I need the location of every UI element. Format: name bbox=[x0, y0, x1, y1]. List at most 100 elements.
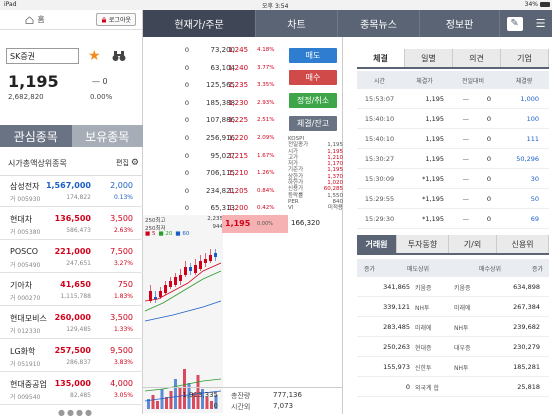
fill-time: 15:29:30 bbox=[364, 215, 395, 223]
ask-price: 1,205 bbox=[228, 186, 249, 195]
sell-volume: 283,485 bbox=[383, 323, 410, 331]
tab-chart[interactable]: 차트 bbox=[256, 10, 338, 37]
total-ask: 1,913,335 bbox=[182, 391, 218, 399]
ask-row[interactable]: 0 256,916 1,220 2.09% bbox=[143, 129, 288, 148]
tab-opinion[interactable]: 의견 bbox=[453, 49, 501, 67]
high250-label: 250최고 bbox=[145, 218, 166, 224]
ask-zero: 0 bbox=[184, 98, 189, 107]
ask-row[interactable]: 0 107,886 1,225 2.51% bbox=[143, 111, 288, 130]
list-item[interactable]: 현대차 거 005380 136,500 586,473 3,500 2.63% bbox=[0, 209, 143, 240]
stock-change-pct: 1.83% bbox=[113, 293, 133, 300]
menu-icon[interactable]: ☰ bbox=[536, 17, 546, 30]
tab-fills[interactable]: 체결 bbox=[357, 49, 405, 67]
sell-broker: 외국계 합 bbox=[415, 384, 439, 392]
gear-icon: ⚙ bbox=[130, 158, 139, 168]
tab-broker[interactable]: 거래원 bbox=[357, 235, 397, 253]
list-item[interactable]: 현대중공업 거 009540 135,000 82,485 4,000 3.05% bbox=[0, 374, 143, 405]
buy-volume: 267,384 bbox=[513, 303, 540, 311]
stock-code: 거 005930 bbox=[10, 196, 41, 203]
tab-info[interactable]: 정보판 bbox=[420, 10, 500, 37]
ask-zero: 0 bbox=[184, 151, 189, 160]
list-item[interactable]: LG화학 거 051910 257,500 286,837 9,500 3.83% bbox=[0, 341, 143, 372]
fill-price: 1,195 bbox=[425, 135, 444, 143]
ask-rate: 3.35% bbox=[257, 82, 275, 89]
candle-body bbox=[169, 281, 172, 287]
candle-body bbox=[199, 261, 202, 269]
fill-time: 15:40:10 bbox=[364, 115, 395, 123]
ask-row[interactable]: 0 73,200 1,245 4.18% bbox=[143, 41, 288, 60]
fill-change: 0 bbox=[486, 95, 491, 103]
fill-change: 0 bbox=[486, 195, 491, 203]
ask-price: 1,210 bbox=[228, 169, 249, 178]
candle-body bbox=[164, 285, 167, 293]
ask-row[interactable]: 0 234,821 1,205 0.84% bbox=[143, 182, 288, 201]
page-indicator: ●●●● bbox=[58, 408, 94, 417]
tab-holding[interactable]: 보유종목 bbox=[71, 125, 143, 147]
stock-price: 221,000 bbox=[54, 247, 91, 256]
tab-current-price[interactable]: 현재가/주문 bbox=[143, 10, 256, 37]
stock-name: LG화학 bbox=[10, 347, 36, 356]
candle-body bbox=[174, 277, 177, 285]
ask-price: 1,220 bbox=[228, 134, 249, 142]
tab-credit[interactable]: 신용위 bbox=[497, 235, 549, 253]
ask-row[interactable]: 0 706,115 1,210 1.26% bbox=[143, 164, 288, 183]
stock-volume: 586,473 bbox=[66, 227, 91, 234]
broker-table-header: 증가 매도상위 매수상위 증가 bbox=[357, 259, 549, 277]
list-item[interactable]: 삼성전자 거 005930 1,567,000 174,822 2,000 0.13% bbox=[0, 176, 143, 207]
fill-volume: 30 bbox=[530, 175, 539, 183]
stock-name: 현대차 bbox=[10, 215, 33, 224]
home-button[interactable]: 홈 bbox=[0, 10, 70, 29]
ask-row[interactable]: 0 95,027 1,215 1.67% bbox=[143, 147, 288, 166]
tab-foreign[interactable]: 기/외 bbox=[449, 235, 497, 253]
edit-button[interactable]: 편집 ⚙ bbox=[116, 158, 139, 168]
tab-investor[interactable]: 투자동향 bbox=[397, 235, 449, 253]
current-price: 1,195 bbox=[8, 72, 59, 91]
list-item[interactable]: 현대모비스 거 012330 260,000 129,485 3,500 1.33% bbox=[0, 308, 143, 339]
ask-row[interactable]: 0 185,388 1,230 2.93% bbox=[143, 94, 288, 113]
sell-button[interactable]: 매도 bbox=[289, 48, 337, 63]
fill-table-header: 시간 체결가 전일대비 체결량 bbox=[357, 71, 549, 89]
fill-balance-button[interactable]: 체결/잔고 bbox=[289, 116, 337, 131]
candle-body bbox=[154, 297, 157, 299]
fill-price: 1,195 bbox=[425, 115, 444, 123]
ask-rate: 3.77% bbox=[257, 64, 275, 71]
pencil-icon[interactable]: ✎ bbox=[506, 16, 523, 31]
ma-legend-20: ■ 20 bbox=[158, 231, 173, 237]
binoculars-icon[interactable] bbox=[112, 50, 126, 62]
list-item[interactable]: POSCO 거 005490 221,000 247,651 7,500 3.27% bbox=[0, 242, 143, 273]
fill-volume: 50,296 bbox=[516, 155, 539, 163]
candle-body bbox=[214, 253, 217, 257]
fill-volume: 1,000 bbox=[520, 95, 539, 103]
tab-news[interactable]: 종목뉴스 bbox=[338, 10, 420, 37]
candle-body bbox=[189, 267, 192, 271]
candle-body bbox=[149, 291, 152, 301]
logout-button[interactable]: 로그아웃 bbox=[95, 13, 136, 26]
favorite-star-icon[interactable]: ★ bbox=[88, 48, 101, 64]
stock-price: 260,000 bbox=[54, 313, 91, 322]
ask-row[interactable]: 0 63,104 1,240 3.77% bbox=[143, 59, 288, 78]
fill-volume: 111 bbox=[526, 135, 539, 143]
sell-broker: NH투 bbox=[415, 304, 430, 312]
ask-zero: 0 bbox=[184, 186, 189, 195]
list-item[interactable]: 기아차 거 000270 41,650 1,115,788 750 1.83% bbox=[0, 275, 143, 306]
candle-body bbox=[179, 275, 182, 281]
tab-company[interactable]: 기업 bbox=[501, 49, 549, 67]
fill-change-mark: — bbox=[462, 95, 470, 103]
tab-daily[interactable]: 일별 bbox=[405, 49, 453, 67]
fill-change: 0 bbox=[486, 175, 491, 183]
modify-cancel-button[interactable]: 정정/취소 bbox=[289, 93, 337, 108]
stock-change-pct: 1.33% bbox=[113, 326, 133, 333]
stock-search-field[interactable]: SK증권 bbox=[6, 48, 79, 64]
buy-button[interactable]: 매수 bbox=[289, 70, 337, 85]
fill-row: 15:30:09 *1,195 — 0 30 bbox=[357, 170, 549, 189]
buy-volume: 25,818 bbox=[517, 383, 540, 391]
stock-name: 삼성전자 bbox=[10, 182, 40, 191]
tab-interest[interactable]: 관심종목 bbox=[0, 125, 72, 147]
buy-broker: NH투 bbox=[454, 324, 469, 332]
buy-broker: NH투 bbox=[454, 364, 469, 372]
home-icon bbox=[25, 15, 34, 24]
ask-row[interactable]: 0 125,565 1,235 3.35% bbox=[143, 76, 288, 95]
fill-time: 15:30:09 bbox=[364, 175, 395, 183]
buy-broker: 대우증 bbox=[454, 344, 471, 352]
stock-change-pct: 3.05% bbox=[113, 392, 133, 399]
